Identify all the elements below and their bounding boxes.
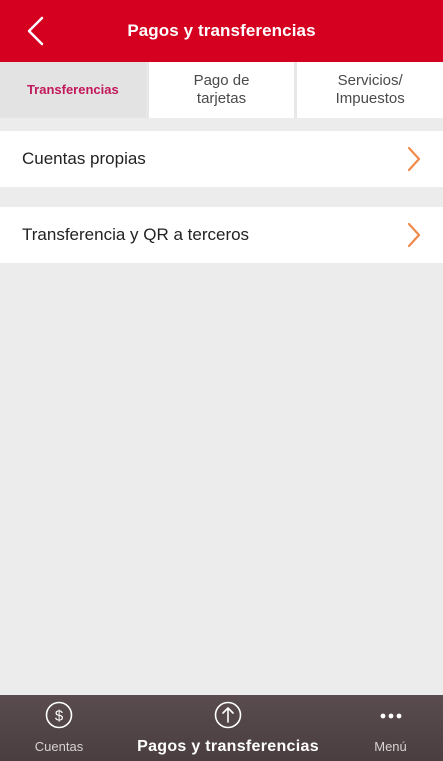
page-title: Pagos y transferencias	[127, 21, 316, 40]
tab-pago-de-tarjetas[interactable]: Pago de tarjetas	[145, 62, 295, 118]
svg-text:$: $	[55, 708, 64, 725]
tab-bar: Transferencias Pago de tarjetas Servicio…	[0, 62, 443, 118]
list-item-cuentas-propias[interactable]: Cuentas propias	[0, 131, 443, 187]
nav-label-menu: Menú	[374, 739, 407, 754]
chevron-right-icon	[407, 146, 421, 172]
nav-label-cuentas: Cuentas	[34, 739, 84, 754]
tab-servicios-impuestos[interactable]: Servicios/ Impuestos	[294, 62, 443, 118]
back-button[interactable]	[22, 15, 52, 47]
header-bar: Pagos y transferencias	[0, 0, 443, 62]
dollar-circle-icon: $	[45, 701, 73, 729]
nav-item-menu[interactable]: Menú	[338, 695, 443, 761]
arrow-up-circle-icon	[214, 701, 242, 729]
list-item-label: Transferencia y QR a terceros	[22, 225, 250, 244]
bottom-navigation: $ Cuentas Pagos y transferencias Menú	[0, 695, 443, 761]
chevron-right-icon	[407, 222, 421, 248]
nav-item-cuentas[interactable]: $ Cuentas	[0, 695, 118, 761]
list-item-transferencia-terceros[interactable]: Transferencia y QR a terceros	[0, 207, 443, 263]
app-screen: Pagos y transferencias Transferencias Pa…	[0, 0, 443, 761]
list-item-label: Cuentas propias	[22, 149, 146, 168]
nav-item-pagos-y-transferencias[interactable]: Pagos y transferencias	[118, 695, 338, 761]
nav-label-pagos: Pagos y transferencias	[137, 738, 319, 755]
tab-transferencias[interactable]: Transferencias	[0, 62, 146, 118]
more-dots-icon	[380, 713, 401, 719]
chevron-left-icon	[27, 16, 44, 46]
